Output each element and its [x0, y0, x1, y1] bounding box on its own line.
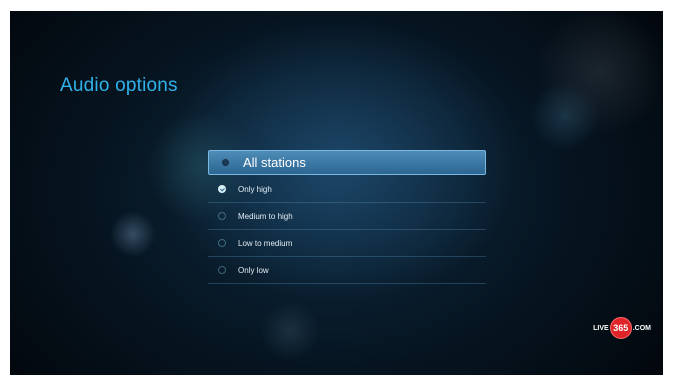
- logo-suffix: .COM: [632, 324, 651, 332]
- live365-logo: LIVE 365 .COM: [593, 317, 651, 339]
- page-title: Audio options: [60, 75, 178, 96]
- bokeh-light: [530, 81, 600, 151]
- option-label: Medium to high: [238, 211, 293, 221]
- checkmark-icon: [218, 185, 226, 193]
- radio-empty-icon: [218, 239, 226, 247]
- logo-prefix: LIVE: [593, 324, 609, 332]
- bokeh-light: [110, 211, 156, 257]
- option-label: All stations: [243, 155, 306, 170]
- radio-empty-icon: [218, 266, 226, 274]
- option-label: Low to medium: [238, 238, 293, 248]
- option-label: Only low: [238, 265, 269, 275]
- option-low-to-medium[interactable]: Low to medium: [208, 230, 486, 257]
- logo-badge: 365: [609, 317, 632, 339]
- option-all-stations[interactable]: All stations: [208, 150, 486, 175]
- option-only-low[interactable]: Only low: [208, 257, 486, 284]
- radio-dot-icon: [222, 159, 229, 166]
- option-medium-to-high[interactable]: Medium to high: [208, 203, 486, 230]
- radio-empty-icon: [218, 212, 226, 220]
- audio-options-list: All stations Only high Medium to high Lo…: [208, 150, 486, 284]
- tv-screen: Audio options All stations Only high Med…: [10, 11, 663, 375]
- option-label: Only high: [238, 184, 272, 194]
- bokeh-light: [260, 301, 320, 361]
- option-only-high[interactable]: Only high: [208, 176, 486, 203]
- bokeh-light: [530, 11, 663, 131]
